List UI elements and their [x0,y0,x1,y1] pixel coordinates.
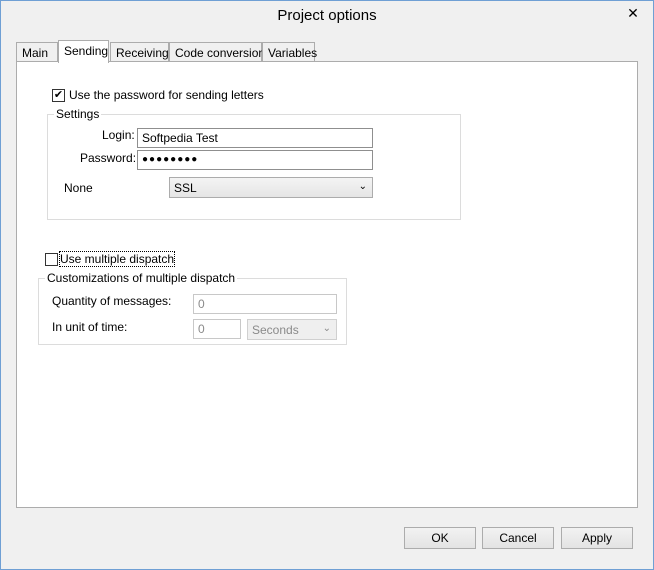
chevron-down-icon: ⌄ [322,323,331,334]
dispatch-customization-legend: Customizations of multiple dispatch [45,271,238,285]
sending-panel: ✔ Use the password for sending letters S… [16,61,638,508]
tab-sending[interactable]: Sending [58,40,109,63]
chevron-down-icon: ⌄ [358,181,367,192]
tab-main[interactable]: Main [16,42,58,62]
apply-button[interactable]: Apply [561,527,633,549]
window-title: Project options [277,7,377,24]
quantity-input[interactable]: 0 [193,294,337,314]
security-select[interactable]: SSL ⌄ [169,177,373,198]
unit-time-input[interactable]: 0 [193,319,241,339]
tab-variables[interactable]: Variables [262,42,317,62]
tab-receiving[interactable]: Receiving [110,42,169,62]
security-select-value: SSL [174,181,197,195]
multiple-dispatch-checkbox[interactable] [45,253,58,266]
unit-time-label: In unit of time: [52,320,128,334]
multiple-dispatch-label[interactable]: Use multiple dispatch [58,251,176,267]
use-password-label[interactable]: Use the password for sending letters [69,88,264,102]
password-label: Password: [80,151,137,165]
time-unit-select[interactable]: Seconds ⌄ [247,319,337,340]
cancel-button[interactable]: Cancel [482,527,554,549]
login-label: Login: [102,128,135,142]
quantity-label: Quantity of messages: [52,294,172,308]
close-icon[interactable]: ✕ [619,3,647,23]
title-bar[interactable]: Project options ✕ [1,1,653,33]
tab-code-conversion[interactable]: Code conversion [169,42,265,62]
settings-legend: Settings [54,107,102,121]
security-label: None [64,181,93,195]
password-input[interactable]: ●●●●●●●● [137,150,373,170]
project-options-window: Project options ✕ Main Sending Receiving… [0,0,654,570]
time-unit-select-value: Seconds [252,323,299,337]
ok-button[interactable]: OK [404,527,476,549]
use-password-checkbox[interactable]: ✔ [52,89,65,102]
login-input[interactable]: Softpedia Test [137,128,373,148]
